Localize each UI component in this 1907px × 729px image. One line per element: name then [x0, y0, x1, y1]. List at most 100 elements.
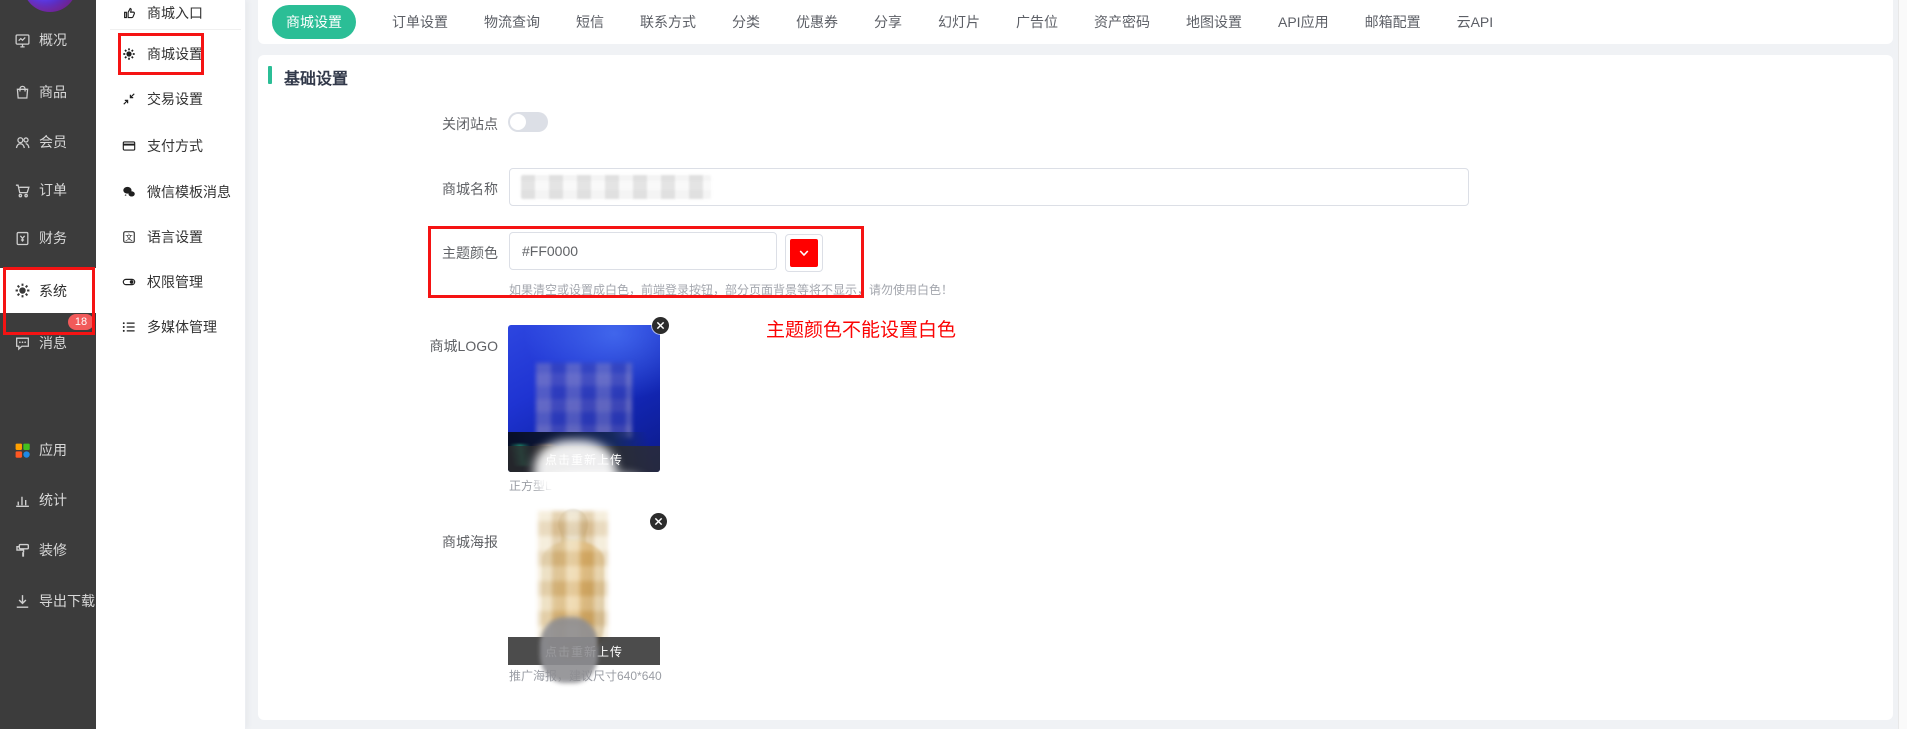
tab-sms[interactable]: 短信 — [576, 12, 604, 32]
sidebar-item-goods[interactable]: 商品 — [0, 70, 96, 114]
sidebar-item-system[interactable]: 系统 — [0, 268, 96, 313]
tab-coupon[interactable]: 优惠券 — [796, 12, 838, 32]
tab-contact[interactable]: 联系方式 — [640, 12, 696, 32]
logo-remove-button[interactable] — [652, 317, 669, 334]
gear-icon — [13, 282, 31, 299]
bar-chart-icon — [13, 492, 31, 509]
app-logo[interactable] — [23, 0, 77, 12]
sidebar-item-label: 消息 — [39, 333, 67, 353]
sidebar-item-label: 装修 — [39, 540, 67, 560]
tab-mall-settings[interactable]: 商城设置 — [272, 5, 356, 39]
close-icon — [654, 517, 663, 526]
tab-mailbox-config[interactable]: 邮箱配置 — [1365, 12, 1421, 32]
submenu-item-label: 微信模板消息 — [147, 182, 231, 202]
tab-asset-password[interactable]: 资产密码 — [1094, 12, 1150, 32]
tab-api-app[interactable]: API应用 — [1278, 12, 1329, 32]
dashboard-icon — [13, 32, 31, 49]
sidebar-item-stats[interactable]: 统计 — [0, 478, 96, 522]
submenu-item-label: 支付方式 — [147, 136, 203, 156]
toggle-key-icon — [121, 275, 136, 289]
download-icon — [13, 593, 31, 610]
list-icon — [121, 320, 136, 334]
sidebar-item-orders[interactable]: 订单 — [0, 168, 96, 212]
toggle-knob — [510, 114, 526, 130]
tab-ad-slot[interactable]: 广告位 — [1016, 12, 1058, 32]
submenu-divider — [110, 29, 241, 30]
chat-bubble-icon — [13, 335, 31, 352]
submenu-item-label: 多媒体管理 — [147, 317, 217, 337]
credit-card-icon — [121, 139, 136, 153]
wechat-icon — [121, 185, 136, 199]
svg-text:文: 文 — [125, 232, 133, 242]
censor-blob — [548, 473, 643, 491]
theme-color-picker-button[interactable] — [785, 234, 823, 272]
submenu-item-label: 商城入口 — [147, 3, 203, 23]
submenu-item-wechat-template[interactable]: 微信模板消息 — [96, 175, 246, 209]
mall-poster-label: 商城海报 — [298, 532, 498, 552]
finance-book-icon — [13, 230, 31, 247]
sidebar-item-label: 财务 — [39, 228, 67, 248]
sidebar-item-decorate[interactable]: 装修 — [0, 528, 96, 572]
tab-cloud-api[interactable]: 云API — [1457, 12, 1494, 32]
poster-bottle-base-blob — [540, 617, 598, 683]
vertical-scrollbar[interactable] — [1898, 0, 1907, 729]
sidebar-item-label: 商品 — [39, 82, 67, 102]
section-accent-bar — [268, 66, 272, 84]
tab-share[interactable]: 分享 — [874, 12, 902, 32]
submenu-item-trade-settings[interactable]: 交易设置 — [96, 82, 246, 116]
submenu-item-label: 语言设置 — [147, 227, 203, 247]
cart-icon — [13, 182, 31, 199]
tab-category[interactable]: 分类 — [732, 12, 760, 32]
paint-roller-icon — [13, 542, 31, 559]
censor-blob — [534, 440, 616, 502]
annotation-note-text: 主题颜色不能设置白色 — [766, 315, 956, 342]
mall-name-label: 商城名称 — [298, 179, 498, 199]
mall-name-censored-value — [521, 175, 711, 199]
tab-logistics-query[interactable]: 物流查询 — [484, 12, 540, 32]
sidebar-item-label: 系统 — [39, 281, 67, 301]
tab-slideshow[interactable]: 幻灯片 — [938, 12, 980, 32]
mall-logo-label: 商城LOGO — [298, 336, 498, 356]
settings-tabbar: 商城设置 订单设置 物流查询 短信 联系方式 分类 优惠券 分享 幻灯片 广告位… — [258, 0, 1893, 44]
submenu-item-language-settings[interactable]: 文 语言设置 — [96, 220, 246, 254]
submenu-item-permissions[interactable]: 权限管理 — [96, 265, 246, 299]
submenu-item-label: 商城设置 — [147, 44, 203, 64]
close-site-label: 关闭站点 — [298, 114, 498, 134]
basic-settings-card: 基础设置 关闭站点 商城名称 主题颜色 如果清空或设置成白色，前端登录按钮，部分… — [258, 55, 1893, 720]
submenu-item-label: 权限管理 — [147, 272, 203, 292]
sidebar-item-export[interactable]: 导出下载 — [0, 579, 96, 623]
sidebar-item-finance[interactable]: 财务 — [0, 216, 96, 260]
submenu-item-label: 交易设置 — [147, 89, 203, 109]
sidebar-item-label: 导出下载 — [39, 591, 95, 611]
poster-remove-button[interactable] — [650, 513, 667, 530]
color-swatch — [790, 239, 818, 267]
sidebar-item-members[interactable]: 会员 — [0, 120, 96, 164]
submenu-item-mall-settings[interactable]: 商城设置 — [96, 37, 246, 71]
tab-map-settings[interactable]: 地图设置 — [1186, 12, 1242, 32]
sidebar-item-label: 概况 — [39, 30, 67, 50]
submenu-item-payment-methods[interactable]: 支付方式 — [96, 129, 246, 163]
messages-count-badge: 18 — [68, 314, 94, 330]
theme-color-input[interactable] — [509, 232, 777, 270]
main-content: 商城设置 订单设置 物流查询 短信 联系方式 分类 优惠券 分享 幻灯片 广告位… — [246, 0, 1907, 729]
tab-order-settings[interactable]: 订单设置 — [392, 12, 448, 32]
close-site-toggle[interactable] — [508, 112, 548, 132]
gear-icon — [121, 47, 136, 61]
apps-grid-icon — [13, 442, 31, 459]
submenu-item-media-manager[interactable]: 多媒体管理 — [96, 310, 246, 344]
shopping-bag-icon — [13, 84, 31, 101]
sidebar-item-label: 统计 — [39, 490, 67, 510]
sidebar-item-label: 应用 — [39, 440, 67, 460]
submenu-item-mall-entry[interactable]: 商城入口 — [96, 0, 246, 30]
users-icon — [13, 134, 31, 151]
sidebar-item-overview[interactable]: 概况 — [0, 18, 96, 62]
logo-image-censored-area — [536, 363, 632, 438]
secondary-sidebar: 商城入口 商城设置 交易设置 支付方式 微信模板消息 文 语言设置 权限管理 — [96, 0, 246, 729]
close-icon — [656, 321, 665, 330]
sidebar-item-label: 订单 — [39, 180, 67, 200]
theme-color-hint: 如果清空或设置成白色，前端登录按钮，部分页面背景等将不显示，请勿使用白色！ — [509, 281, 953, 298]
admin-app: 概况 商品 会员 订单 财务 系统 消息 18 应用 — [0, 0, 1907, 729]
section-title: 基础设置 — [284, 65, 348, 89]
sidebar-item-apps[interactable]: 应用 — [0, 428, 96, 472]
sidebar-item-label: 会员 — [39, 132, 67, 152]
